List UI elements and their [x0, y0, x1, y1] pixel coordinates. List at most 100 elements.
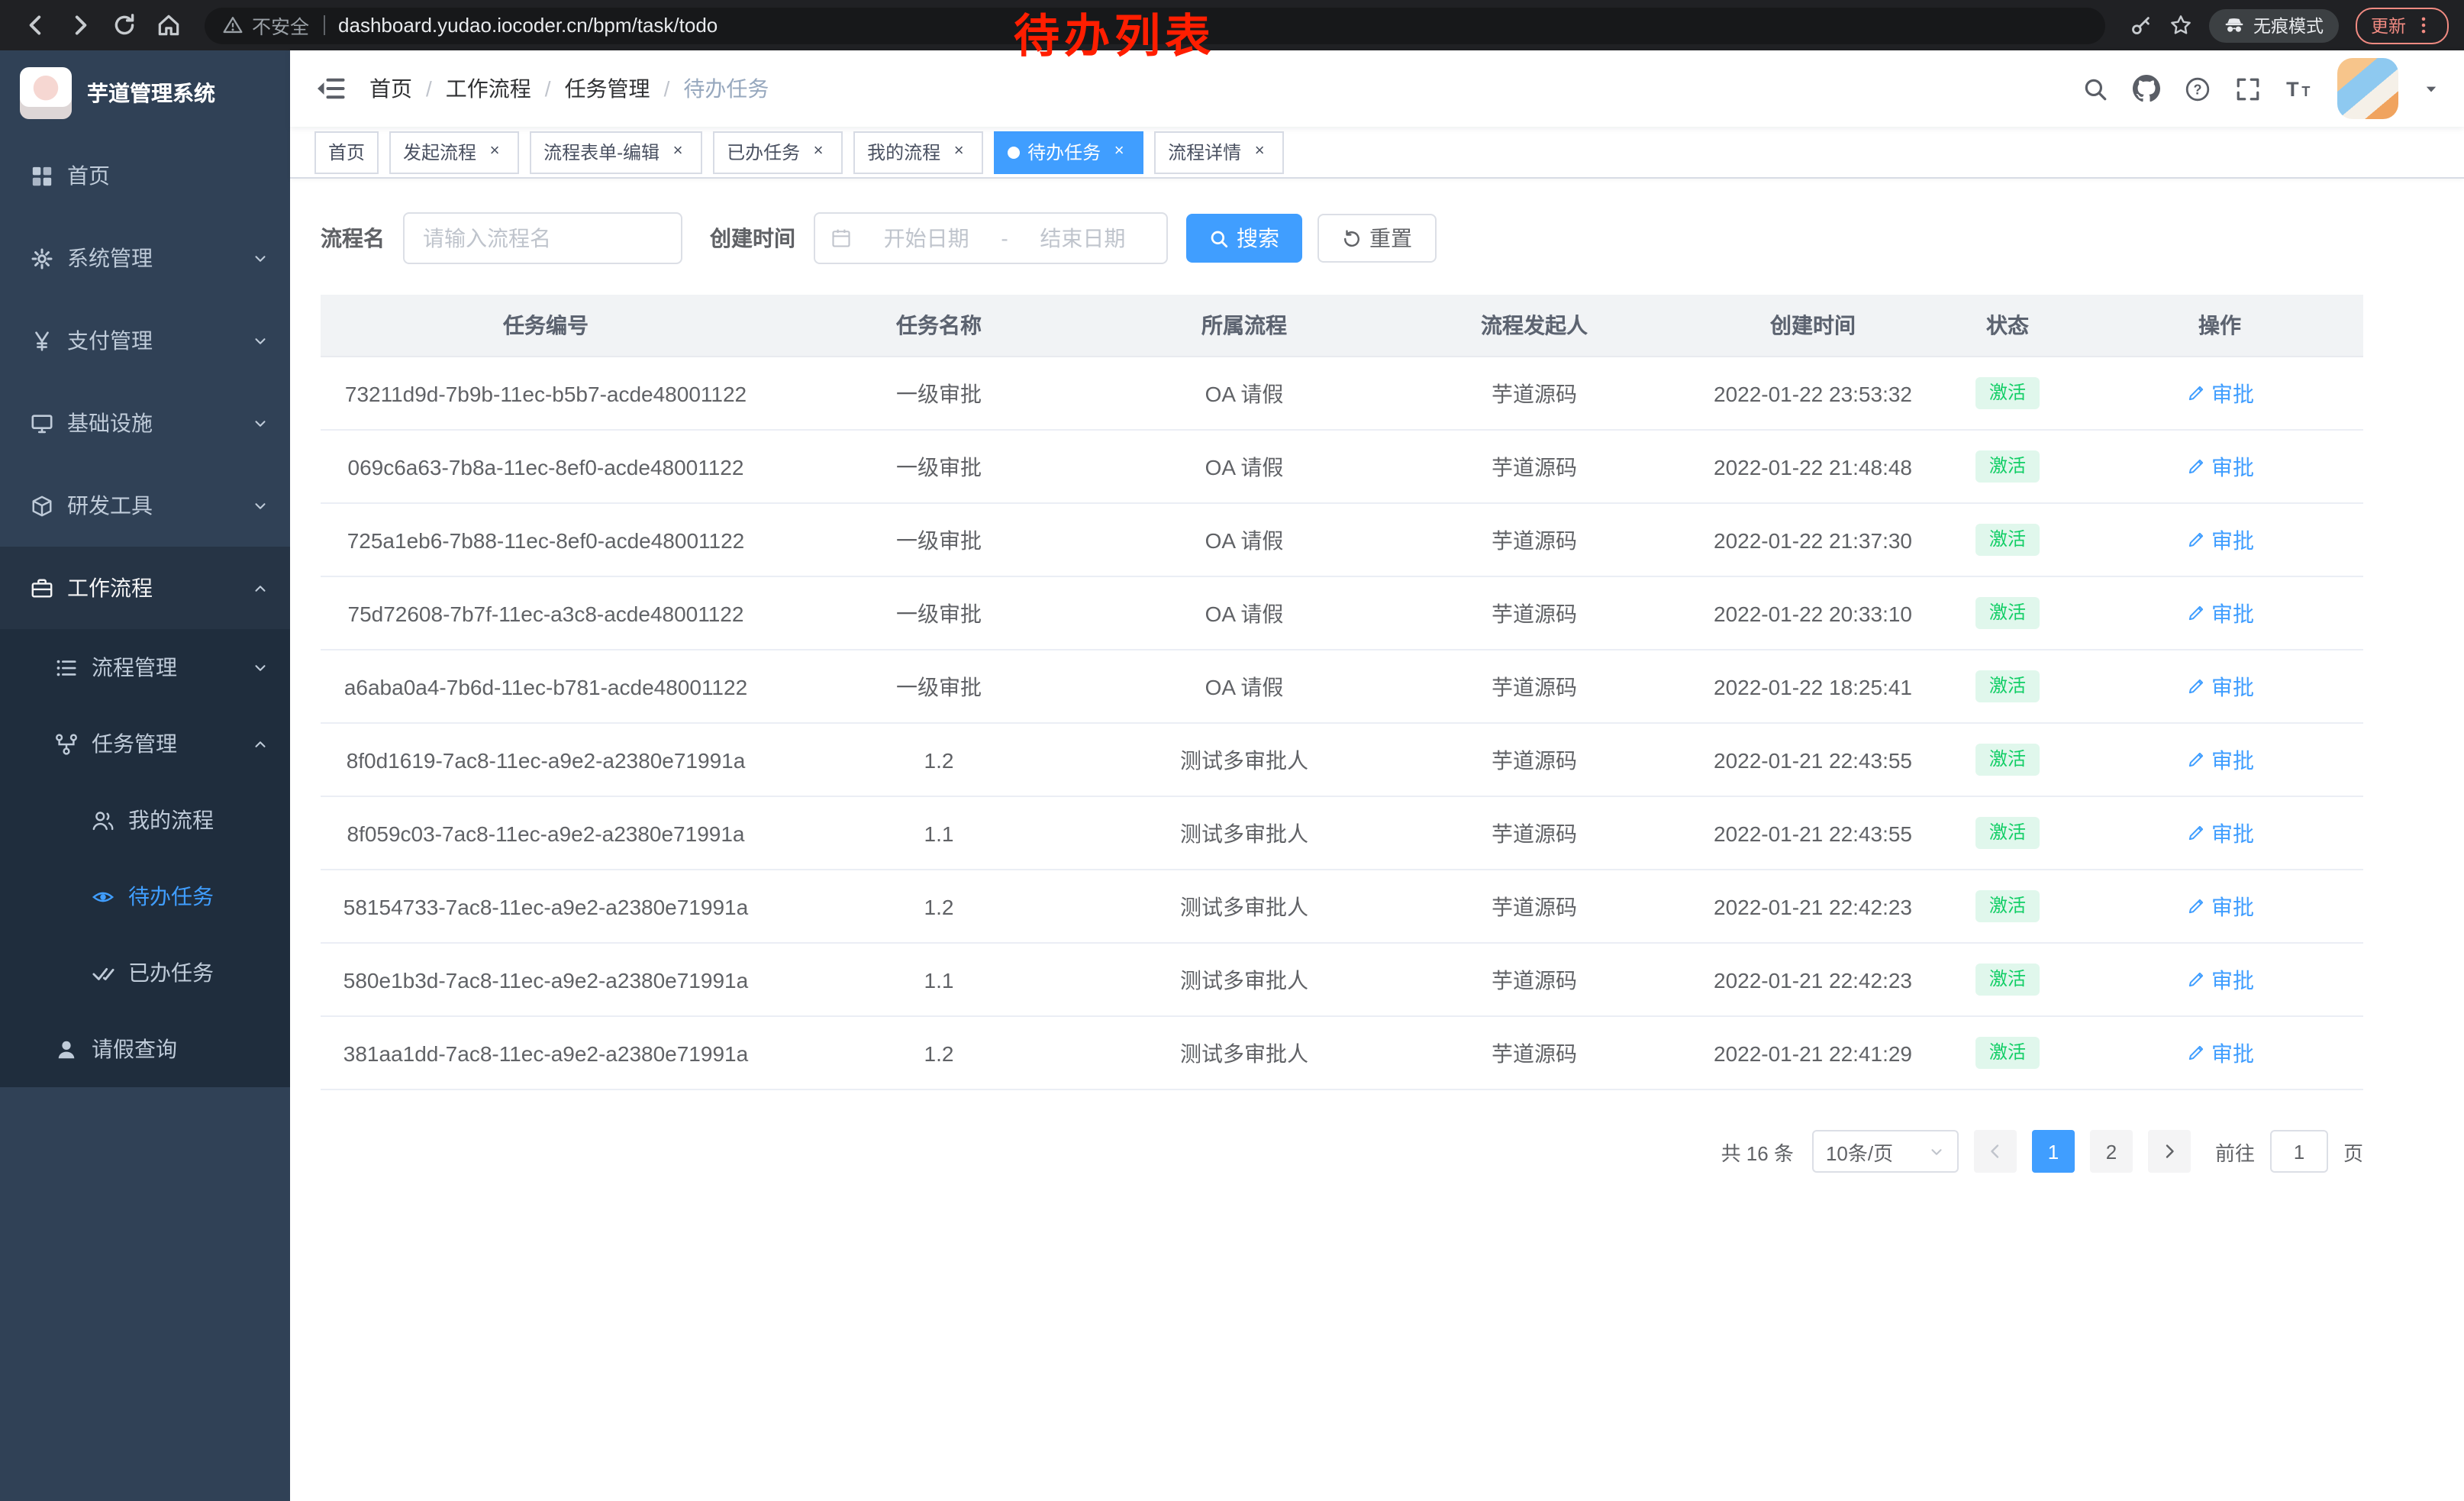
approve-link-label: 审批	[2211, 671, 2254, 702]
process-name-input[interactable]	[403, 212, 682, 264]
font-size-icon[interactable]: TT	[2285, 75, 2313, 102]
update-button[interactable]: 更新	[2356, 7, 2449, 44]
reset-button-icon	[1342, 228, 1362, 248]
close-icon[interactable]: ×	[948, 141, 969, 163]
close-icon[interactable]: ×	[667, 141, 689, 163]
prev-page-button[interactable]	[1974, 1130, 2017, 1173]
star-icon[interactable]	[2169, 14, 2192, 37]
select-caret-down-icon	[1928, 1143, 1945, 1160]
avatar-caret-down-icon[interactable]	[2423, 80, 2440, 97]
help-icon[interactable]: ?	[2185, 76, 2211, 102]
approve-link-label: 审批	[2211, 378, 2254, 408]
tab-todo-task[interactable]: 待办任务×	[994, 131, 1143, 173]
workflow-icon	[31, 576, 53, 599]
search-icon[interactable]	[2082, 76, 2108, 102]
tab-my-process[interactable]: 我的流程×	[853, 131, 983, 173]
breadcrumb-item: 待办任务	[683, 73, 769, 104]
sidebar-item-devtools[interactable]: 研发工具	[0, 464, 290, 547]
starter-cell: 芋道源码	[1382, 723, 1687, 796]
approve-link[interactable]: 审批	[2185, 525, 2254, 555]
page-size-select[interactable]: 10条/页	[1812, 1130, 1959, 1173]
chevron-up-icon	[252, 735, 269, 752]
sidebar-item-my-process[interactable]: 我的流程	[0, 782, 290, 858]
sidebar-item-todo-task[interactable]: 待办任务	[0, 858, 290, 934]
sidebar-collapse-icon[interactable]	[314, 73, 345, 104]
tab-start-process[interactable]: 发起流程×	[389, 131, 519, 173]
github-icon[interactable]	[2133, 75, 2160, 102]
status-badge: 激活	[1975, 450, 2040, 483]
breadcrumb-item[interactable]: 工作流程	[446, 73, 531, 104]
action-cell: 审批	[2076, 1016, 2363, 1089]
search-button[interactable]: 搜索	[1186, 214, 1302, 263]
edit-icon	[2185, 1043, 2205, 1063]
tab-process-detail[interactable]: 流程详情×	[1154, 131, 1284, 173]
page-goto-input[interactable]	[2270, 1130, 2328, 1173]
date-range-picker[interactable]: 开始日期 - 结束日期	[814, 212, 1168, 264]
page-button-1[interactable]: 1	[2032, 1130, 2075, 1173]
end-date-placeholder: 结束日期	[1014, 223, 1151, 253]
svg-text:?: ?	[2193, 81, 2201, 96]
sidebar-item-workflow[interactable]: 工作流程	[0, 547, 290, 629]
edit-icon	[2185, 823, 2205, 843]
approve-link-label: 审批	[2211, 818, 2254, 848]
back-icon[interactable]	[15, 5, 56, 46]
approve-link[interactable]: 审批	[2185, 891, 2254, 922]
approve-link[interactable]: 审批	[2185, 378, 2254, 408]
home-icon[interactable]	[148, 5, 189, 46]
calendar-icon	[830, 228, 852, 249]
sidebar-item-label: 基础设施	[67, 408, 153, 438]
goto-label: 前往	[2215, 1137, 2255, 1166]
fullscreen-icon[interactable]	[2235, 76, 2261, 102]
forward-icon[interactable]	[60, 5, 101, 46]
reload-icon[interactable]	[104, 5, 145, 46]
app-logo[interactable]: 芋道管理系统	[0, 50, 290, 134]
reset-button[interactable]: 重置	[1317, 214, 1437, 263]
breadcrumb-item[interactable]: 首页	[369, 73, 412, 104]
approve-link[interactable]: 审批	[2185, 671, 2254, 702]
key-icon[interactable]	[2130, 14, 2153, 37]
tab-home[interactable]: 首页	[314, 131, 379, 173]
process-name-label: 流程名	[321, 223, 385, 253]
action-cell: 审批	[2076, 943, 2363, 1016]
main-area: 首页/工作流程/任务管理/待办任务 ? TT 首页发起流程×流程表单-编辑×已办…	[290, 50, 2464, 1501]
sidebar-item-task-manage[interactable]: 任务管理	[0, 705, 290, 782]
close-icon[interactable]: ×	[1108, 141, 1130, 163]
create-time-cell: 2022-01-22 23:53:32	[1687, 357, 1939, 430]
chevron-down-icon	[252, 332, 269, 349]
sidebar-item-payment[interactable]: 支付管理	[0, 299, 290, 382]
gear-icon	[31, 247, 53, 270]
approve-link[interactable]: 审批	[2185, 964, 2254, 995]
sidebar-item-process-manage[interactable]: 流程管理	[0, 629, 290, 705]
edit-icon	[2185, 676, 2205, 696]
sidebar-item-label: 首页	[67, 160, 110, 191]
sidebar-item-infrastructure[interactable]: 基础设施	[0, 382, 290, 464]
task-name-cell: 1.2	[771, 723, 1107, 796]
page-button-2[interactable]: 2	[2090, 1130, 2133, 1173]
close-icon[interactable]: ×	[808, 141, 829, 163]
process-cell: OA 请假	[1107, 357, 1382, 430]
approve-link[interactable]: 审批	[2185, 818, 2254, 848]
sidebar-item-done-task[interactable]: 已办任务	[0, 934, 290, 1011]
close-icon[interactable]: ×	[1249, 141, 1270, 163]
breadcrumb-item[interactable]: 任务管理	[565, 73, 650, 104]
active-tab-dot	[1008, 146, 1020, 158]
next-page-button[interactable]	[2148, 1130, 2191, 1173]
breadcrumb-separator: /	[426, 76, 432, 101]
close-icon[interactable]: ×	[484, 141, 505, 163]
tab-form-edit[interactable]: 流程表单-编辑×	[530, 131, 702, 173]
task-table: 任务编号任务名称所属流程流程发起人创建时间状态操作 73211d9d-7b9b-…	[321, 295, 2363, 1090]
approve-link[interactable]: 审批	[2185, 451, 2254, 482]
user-avatar[interactable]	[2337, 58, 2398, 119]
tab-done-task[interactable]: 已办任务×	[713, 131, 843, 173]
sidebar-item-home[interactable]: 首页	[0, 134, 290, 217]
approve-link[interactable]: 审批	[2185, 1038, 2254, 1068]
range-separator: -	[1001, 226, 1008, 250]
menu-dots-icon[interactable]	[2414, 15, 2433, 35]
sidebar-item-leave-query[interactable]: 请假查询	[0, 1011, 290, 1087]
approve-link[interactable]: 审批	[2185, 744, 2254, 775]
approve-link-label: 审批	[2211, 525, 2254, 555]
omnibox-divider	[323, 15, 324, 35]
action-cell: 审批	[2076, 576, 2363, 650]
approve-link[interactable]: 审批	[2185, 598, 2254, 628]
sidebar-item-system[interactable]: 系统管理	[0, 217, 290, 299]
